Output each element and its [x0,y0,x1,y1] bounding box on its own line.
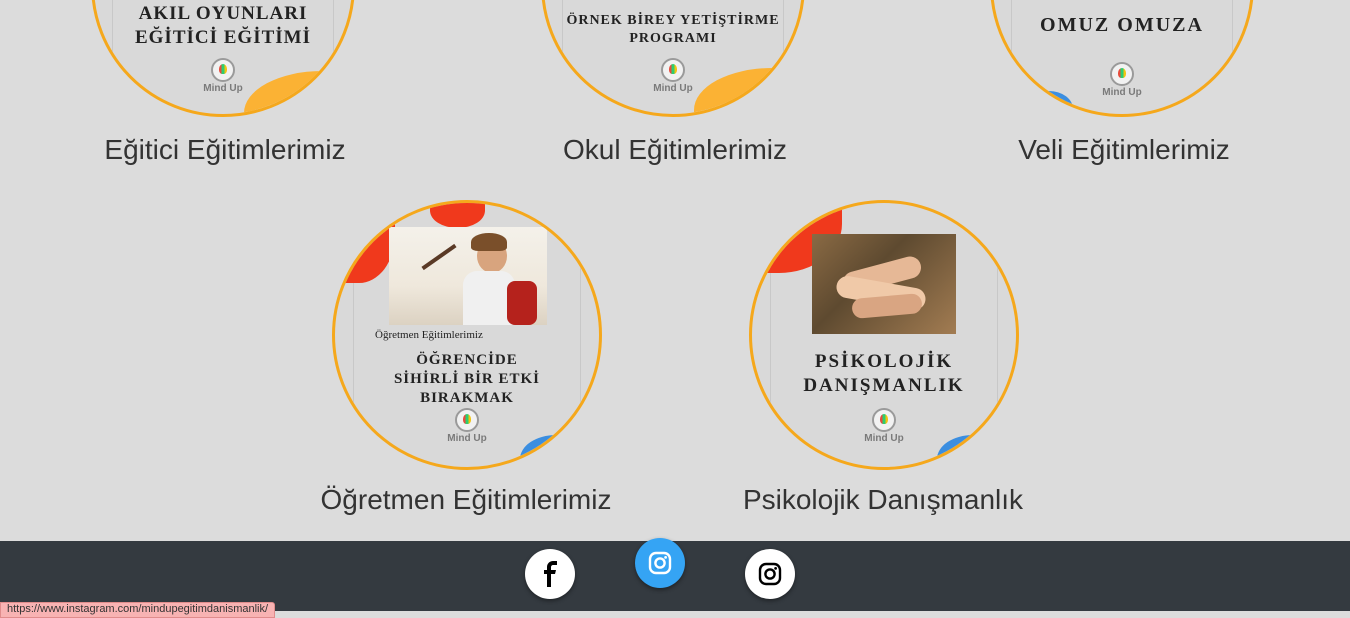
instagram-link-hover[interactable] [635,538,685,588]
poster-text: AKIL OYUNLARI EĞİTİCİ EĞİTİMİ [134,3,312,48]
instagram-icon [648,551,672,575]
footer [0,538,1350,611]
poster-text: ÖRNEK BİREY YETİŞTİRME PROGRAMI [566,13,780,46]
instagram-icon [758,562,782,586]
card-title-egitici[interactable]: Eğitici Eğitimlerimiz [15,134,435,166]
mind-up-logo: Mind Up [643,58,703,94]
hands-photo [812,234,956,334]
poster-caption: Öğretmen Eğitimlerimiz [375,329,483,341]
mind-up-logo: Mind Up [437,408,497,444]
card-image-psikolojik[interactable]: PSİKOLOJİK DANIŞMANLIK Mind Up [749,200,1019,470]
facebook-link[interactable] [525,549,575,599]
card-title-ogretmen[interactable]: Öğretmen Eğitimlerimiz [256,484,676,516]
card-image-okul[interactable]: ÖRNEK BİREY YETİŞTİRME PROGRAMI Mind Up [541,0,805,117]
mind-up-logo: Mind Up [1092,62,1152,98]
card-image-veli[interactable]: OMUZ OMUZA Mind Up [990,0,1254,117]
facebook-icon [544,561,557,587]
instagram-link[interactable] [745,549,795,599]
student-photo [389,227,547,325]
poster-text: OMUZ OMUZA [1040,14,1204,36]
poster-text: PSİKOLOJİK DANIŞMANLIK [803,351,965,396]
card-title-okul[interactable]: Okul Eğitimlerimiz [465,134,885,166]
card-image-egitici[interactable]: AKIL OYUNLARI EĞİTİCİ EĞİTİMİ Mind Up [91,0,355,117]
mind-up-logo: Mind Up [193,58,253,94]
card-title-veli[interactable]: Veli Eğitimlerimiz [914,134,1334,166]
poster-text: ÖĞRENCİDE SİHİRLİ BİR ETKİ BIRAKMAK [393,352,541,406]
card-image-ogretmen[interactable]: Öğretmen Eğitimlerimiz ÖĞRENCİDE SİHİRLİ… [332,200,602,470]
mind-up-logo: Mind Up [854,408,914,444]
card-title-psikolojik[interactable]: Psikolojik Danışmanlık [673,484,1093,516]
status-bar-url: https://www.instagram.com/mindupegitimda… [0,602,276,618]
